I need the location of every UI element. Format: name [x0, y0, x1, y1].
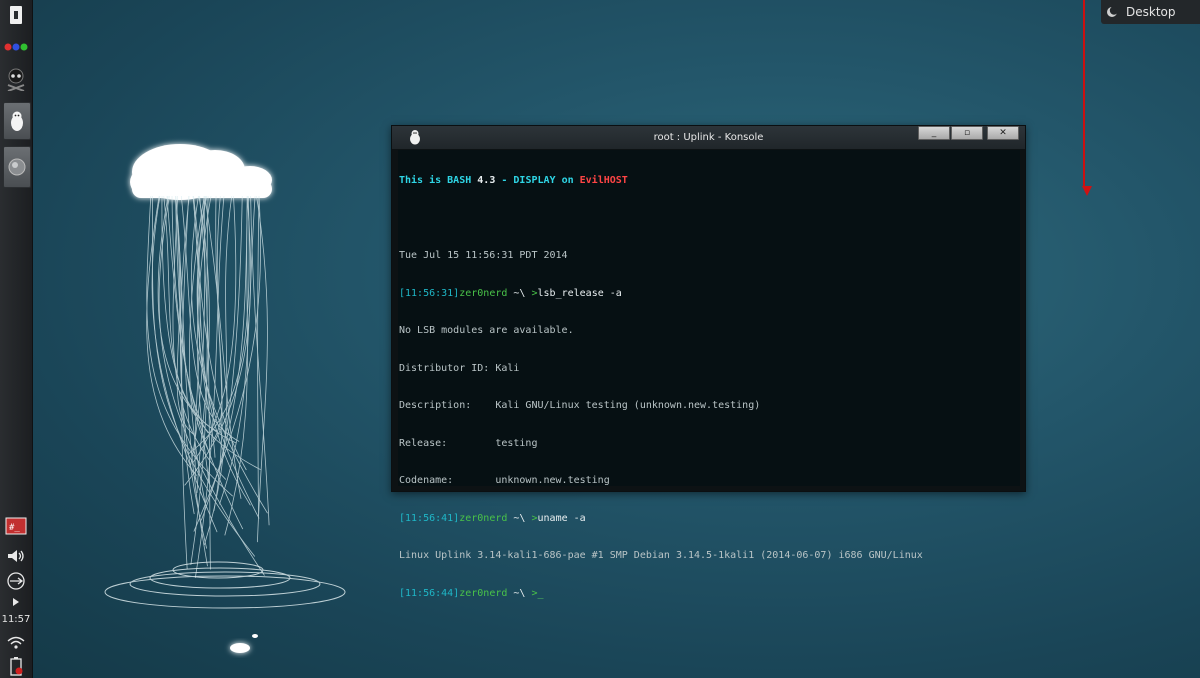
output-line: Linux Uplink 3.14-kali1-686-pae #1 SMP D…	[399, 550, 923, 561]
desktop-label: Desktop	[1126, 5, 1176, 19]
wallpaper-strand	[250, 195, 270, 526]
konsole-window[interactable]: root : Uplink - Konsole _ ▫ ✕ This is BA…	[391, 125, 1026, 599]
maximize-button[interactable]: ▫	[951, 126, 983, 140]
clock[interactable]: 11:57	[0, 614, 32, 625]
prompt-line: [11:56:31]zer0nerd ~\ >lsb_release -a	[399, 287, 622, 299]
output-line: Distributor ID: Kali	[399, 362, 520, 374]
usb-icon[interactable]	[3, 568, 29, 594]
penguin-icon[interactable]	[3, 102, 31, 140]
output-line: Codename: unknown.new.testing	[399, 475, 610, 486]
prompt-line: [11:56:44]zer0nerd ~\ >_	[399, 587, 544, 599]
prompt-line: [11:56:41]zer0nerd ~\ >uname -a	[399, 512, 586, 524]
moon-icon	[1106, 6, 1119, 18]
red-marker	[1082, 186, 1092, 196]
wallpaper-strand	[181, 195, 190, 569]
wifi-icon[interactable]	[3, 633, 29, 653]
banner-line: This is BASH 4.3 - DISPLAY on EvilHOST	[399, 175, 628, 186]
window-list-icon[interactable]	[3, 2, 29, 28]
output-line: Description: Kali GNU/Linux testing (unk…	[399, 400, 761, 411]
volume-icon[interactable]	[3, 543, 29, 569]
date-line: Tue Jul 15 11:56:31 PDT 2014	[399, 250, 568, 261]
battery-icon[interactable]	[3, 655, 29, 677]
window-titlebar[interactable]: root : Uplink - Konsole _ ▫ ✕	[392, 126, 1025, 149]
desktop-indicator[interactable]: Desktop	[1101, 0, 1200, 24]
svg-text:#_: #_	[9, 523, 20, 533]
wallpaper-strand	[224, 195, 248, 536]
red-guide-line	[1083, 0, 1085, 188]
wallpaper-cloud-art	[104, 144, 346, 653]
output-line: No LSB modules are available.	[399, 325, 574, 336]
terminal-icon[interactable]: #_	[3, 513, 29, 539]
output-line: Release: testing	[399, 437, 538, 449]
terminal-area[interactable]: This is BASH 4.3 - DISPLAY on EvilHOST T…	[398, 150, 1020, 599]
color-dots-icon[interactable]	[3, 34, 29, 60]
text-cursor: _	[537, 587, 544, 599]
minimize-button[interactable]: _	[918, 126, 950, 140]
sphere-icon[interactable]	[3, 146, 31, 188]
arrow-right-icon[interactable]	[3, 592, 29, 612]
skull-icon[interactable]	[3, 66, 29, 92]
close-button[interactable]: ✕	[987, 126, 1019, 140]
left-panel: #_ 11:57	[0, 0, 33, 678]
